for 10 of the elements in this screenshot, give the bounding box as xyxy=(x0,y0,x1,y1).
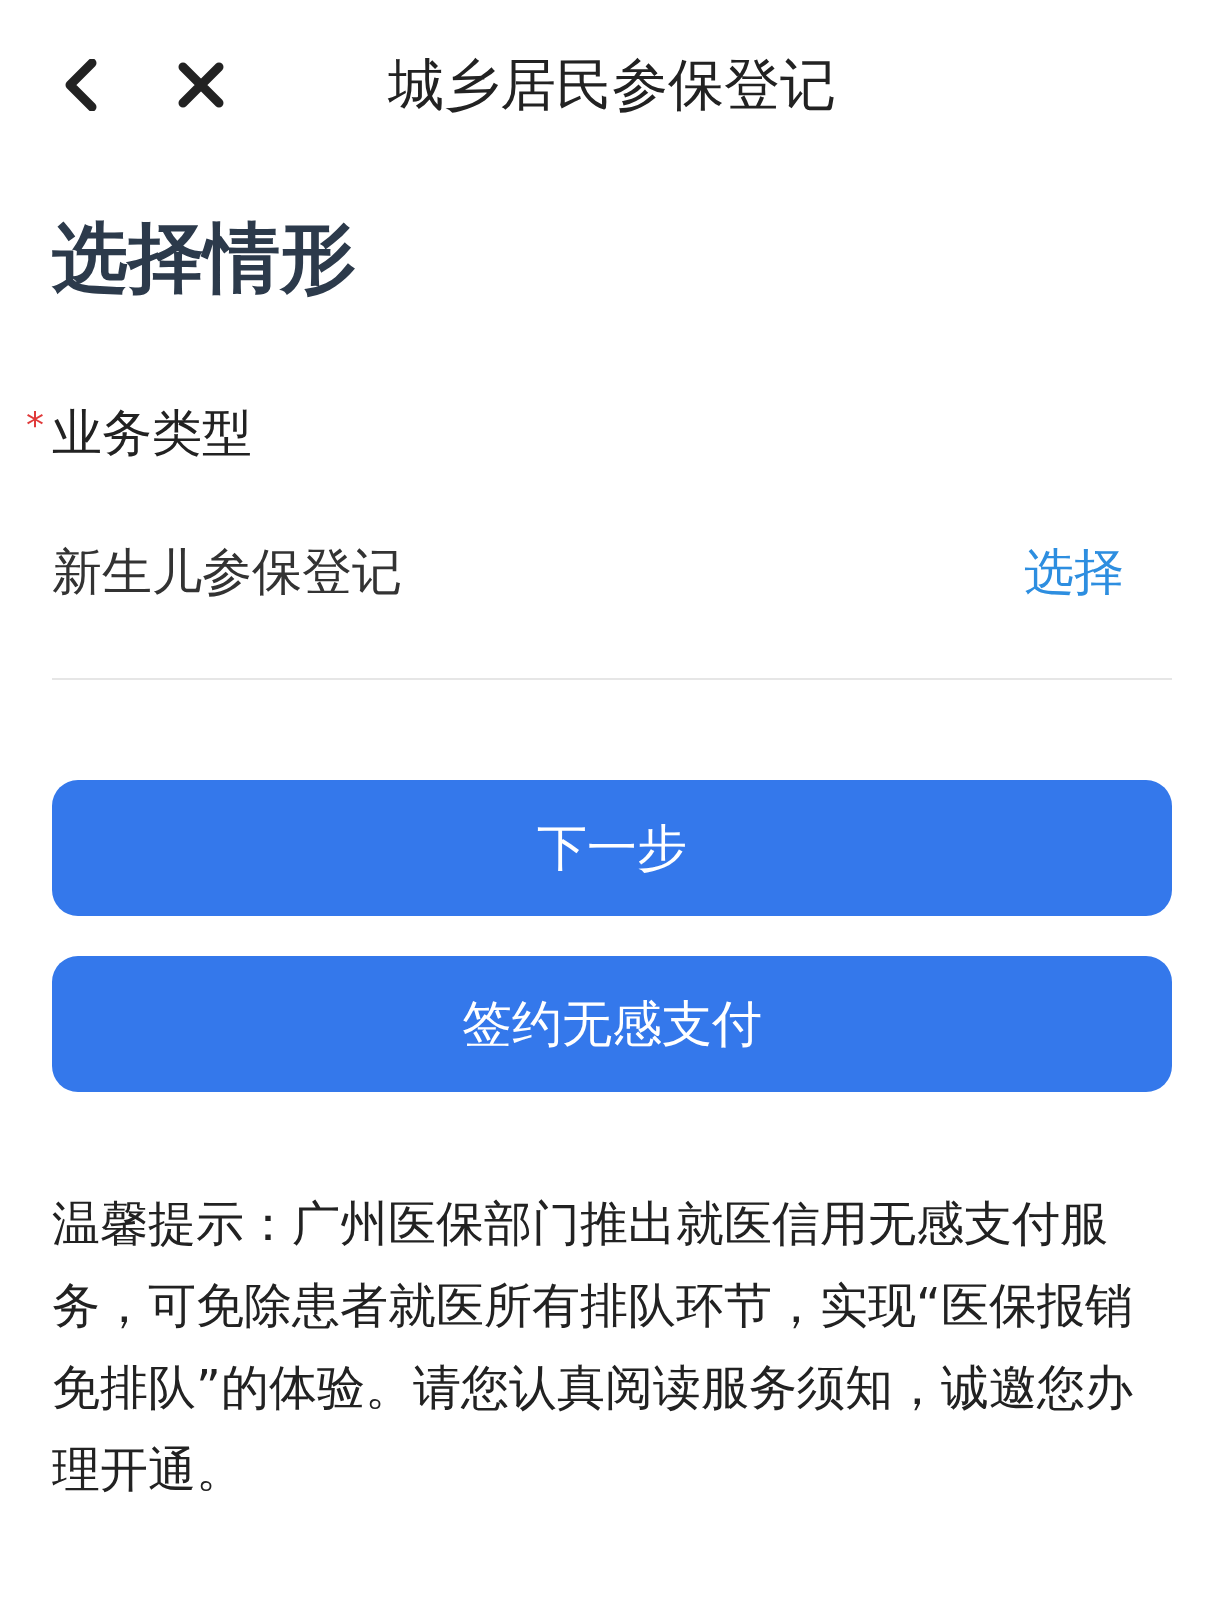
required-mark: * xyxy=(26,404,45,445)
page-title: 城乡居民参保登记 xyxy=(388,52,836,117)
section-heading: 选择情形 xyxy=(52,213,356,302)
field-label: 业务类型 xyxy=(52,403,252,464)
action-button[interactable]: 下一步 xyxy=(52,780,1172,916)
close-icon[interactable] xyxy=(178,62,224,108)
notice-text: 温馨提示：广州医保部门推出就医信用无感支付服务，可免除患者就医所有排队环节，实现“医保报销免排队”的体验。请您认真阅读服务须知，诚邀您办理开通。 xyxy=(52,1194,1134,1499)
action-button[interactable]: 签约无感支付 xyxy=(52,956,1172,1092)
field-value: 新生儿参保登记 xyxy=(52,542,402,603)
select-link[interactable]: 选择 xyxy=(1024,539,1124,606)
